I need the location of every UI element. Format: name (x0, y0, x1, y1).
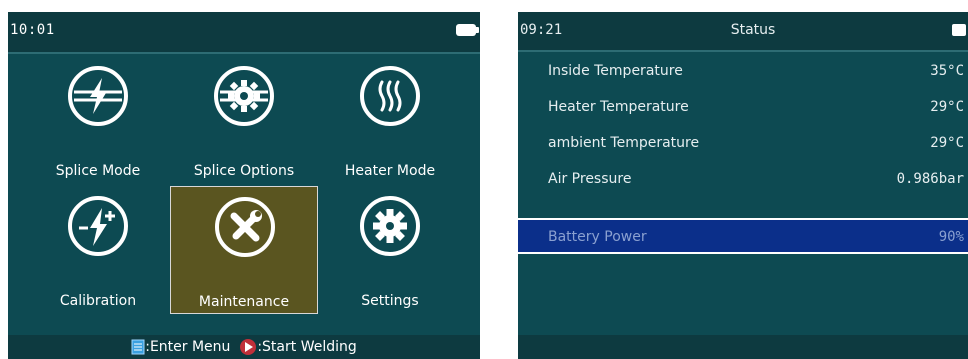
status-value: 29°C (930, 99, 964, 115)
status-row-heater-temperature[interactable]: Heater Temperature 29°C (518, 90, 968, 126)
battery-icon (456, 24, 479, 36)
page-title: Status (730, 22, 776, 38)
menu-tile-label: Splice Mode (55, 163, 141, 179)
menu-tile-label: Heater Mode (344, 163, 436, 179)
menu-tile-heater-mode[interactable]: Heater Mode (316, 56, 464, 184)
menu-tile-label: Splice Options (193, 163, 295, 179)
menu-tile-maintenance[interactable]: Maintenance (170, 186, 318, 314)
calibration-icon (68, 196, 128, 256)
menu-tile-splice-options[interactable]: Splice Options (170, 56, 318, 184)
menu-tile-label: Settings (361, 293, 419, 309)
key-hint-bar (518, 335, 968, 359)
status-row-ambient-temperature[interactable]: ambient Temperature 29°C (518, 126, 968, 162)
status-bar: 09:21 Status (518, 12, 968, 52)
status-label: Air Pressure (548, 171, 632, 187)
status-row-inside-temperature[interactable]: Inside Temperature 35°C (518, 54, 968, 90)
settings-gear-icon (360, 196, 420, 256)
status-row-air-pressure[interactable]: Air Pressure 0.986bar (518, 162, 968, 198)
battery-icon (952, 24, 966, 36)
status-value: 90% (938, 229, 964, 245)
menu-key-icon (131, 339, 145, 355)
menu-tile-label: Maintenance (198, 294, 290, 310)
menu-tile-settings[interactable]: Settings (316, 186, 464, 314)
status-bar: 10:01 (8, 12, 480, 54)
status-value: 29°C (930, 135, 964, 151)
status-label: Inside Temperature (548, 63, 683, 79)
status-label: Battery Power (548, 229, 647, 245)
key-hint-bar: :Enter Menu :Start Welding (8, 335, 480, 359)
clock: 10:01 (10, 22, 55, 38)
menu-tile-label: Calibration (59, 293, 137, 309)
status-value: 35°C (930, 63, 964, 79)
menu-tile-calibration[interactable]: Calibration (24, 186, 172, 314)
status-label: ambient Temperature (548, 135, 700, 151)
status-row-battery-power[interactable]: Battery Power 90% (518, 218, 968, 254)
status-screen: 09:21 Status Inside Temperature 35°C Hea… (518, 12, 968, 359)
menu-tile-splice-mode[interactable]: Splice Mode (24, 56, 172, 184)
splice-mode-icon (68, 66, 128, 126)
status-label: Heater Temperature (548, 99, 689, 115)
heater-icon (360, 66, 420, 126)
start-key-icon (240, 339, 257, 355)
gear-icon (214, 66, 274, 126)
wrench-screwdriver-icon (215, 197, 275, 257)
enter-menu-hint: :Enter Menu (145, 339, 231, 355)
status-value: 0.986bar (896, 171, 964, 187)
main-menu-screen: 10:01 Splice Mode Splice Options Heater … (8, 12, 480, 359)
start-welding-hint: :Start Welding (257, 339, 357, 355)
